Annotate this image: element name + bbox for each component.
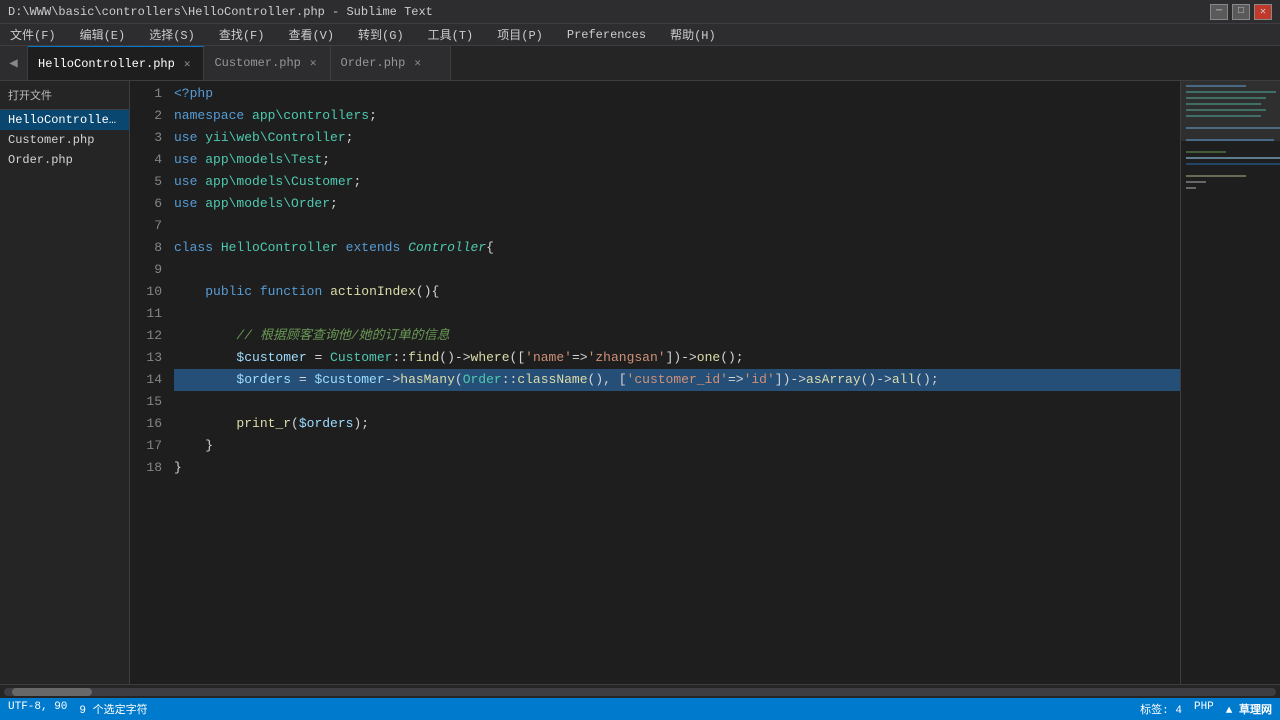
tab-order-label: Order.php	[341, 56, 406, 70]
status-line-col: 标签: 4	[1140, 701, 1182, 717]
code-line-8: class HelloController extends Controller…	[174, 237, 1180, 259]
tab-prev-button[interactable]: ◀	[0, 46, 28, 80]
minimap	[1180, 81, 1280, 684]
tab-customer[interactable]: Customer.php ✕	[204, 46, 330, 80]
line-num-17: 17	[130, 435, 162, 457]
status-syntax: PHP	[1194, 701, 1214, 717]
close-button[interactable]: ✕	[1254, 4, 1272, 20]
tab-hellocontroller[interactable]: HelloController.php ✕	[28, 46, 204, 80]
editor: 1 2 3 4 5 6 7 8 9 10 11 12 13 14 15 16 1…	[130, 81, 1280, 684]
menu-preferences[interactable]: Preferences	[561, 26, 652, 44]
line-num-6: 6	[130, 193, 162, 215]
line-num-15: 15	[130, 391, 162, 413]
line-num-18: 18	[130, 457, 162, 479]
scrollbar-thumb[interactable]	[12, 688, 92, 696]
line-numbers: 1 2 3 4 5 6 7 8 9 10 11 12 13 14 15 16 1…	[130, 81, 170, 684]
code-line-11	[174, 303, 1180, 325]
status-encoding: UTF-8, 90	[8, 701, 67, 717]
code-line-17: }	[174, 435, 1180, 457]
sidebar-header: 打开文件	[0, 81, 129, 110]
line-num-1: 1	[130, 83, 162, 105]
line-num-2: 2	[130, 105, 162, 127]
status-left: UTF-8, 90 9 个选定字符	[8, 701, 148, 717]
code-line-18: }	[174, 457, 1180, 479]
menu-file[interactable]: 文件(F)	[4, 24, 62, 45]
code-line-10: public function actionIndex(){	[174, 281, 1180, 303]
tab-order[interactable]: Order.php ✕	[331, 46, 451, 80]
code-line-5: use app\models\Customer;	[174, 171, 1180, 193]
line-num-10: 10	[130, 281, 162, 303]
status-right: 标签: 4 PHP ▲ 草理网	[1140, 701, 1272, 717]
line-num-13: 13	[130, 347, 162, 369]
status-bar: UTF-8, 90 9 个选定字符 标签: 4 PHP ▲ 草理网	[0, 698, 1280, 720]
line-num-8: 8	[130, 237, 162, 259]
code-line-16: print_r($orders);	[174, 413, 1180, 435]
tab-bar: ◀ HelloController.php ✕ Customer.php ✕ O…	[0, 46, 1280, 81]
code-line-4: use app\models\Test;	[174, 149, 1180, 171]
line-num-3: 3	[130, 127, 162, 149]
window-title: D:\WWW\basic\controllers\HelloController…	[8, 5, 433, 19]
code-area[interactable]: <?php namespace app\controllers; use yii…	[170, 81, 1180, 684]
code-line-2: namespace app\controllers;	[174, 105, 1180, 127]
logo-text: ▲ 草理网	[1226, 701, 1272, 717]
tab-order-close[interactable]: ✕	[411, 55, 424, 71]
line-num-16: 16	[130, 413, 162, 435]
line-num-5: 5	[130, 171, 162, 193]
code-line-7	[174, 215, 1180, 237]
main-area: 打开文件 HelloController.php Customer.php Or…	[0, 81, 1280, 684]
horizontal-scrollbar[interactable]	[0, 684, 1280, 698]
code-line-13: $customer = Customer::find()->where(['na…	[174, 347, 1180, 369]
minimap-svg	[1181, 81, 1280, 281]
code-line-3: use yii\web\Controller;	[174, 127, 1180, 149]
status-selection: 9 个选定字符	[79, 701, 147, 717]
menu-project[interactable]: 项目(P)	[491, 24, 549, 45]
tab-customer-close[interactable]: ✕	[307, 55, 320, 71]
menu-select[interactable]: 选择(S)	[143, 24, 201, 45]
menu-view[interactable]: 查看(V)	[282, 24, 340, 45]
minimize-button[interactable]: ─	[1210, 4, 1228, 20]
tab-customer-label: Customer.php	[214, 56, 300, 70]
menu-goto[interactable]: 转到(G)	[352, 24, 410, 45]
line-num-12: 12	[130, 325, 162, 347]
menu-bar: 文件(F) 编辑(E) 选择(S) 查找(F) 查看(V) 转到(G) 工具(T…	[0, 24, 1280, 46]
code-line-12: // 根据顾客查询他/她的订单的信息	[174, 325, 1180, 347]
scrollbar-track	[4, 688, 1276, 696]
code-line-1: <?php	[174, 83, 1180, 105]
menu-find[interactable]: 查找(F)	[213, 24, 271, 45]
menu-tools[interactable]: 工具(T)	[422, 24, 480, 45]
title-bar: D:\WWW\basic\controllers\HelloController…	[0, 0, 1280, 24]
sidebar-item-order[interactable]: Order.php	[0, 150, 129, 170]
line-num-4: 4	[130, 149, 162, 171]
sidebar-item-hellocontroller[interactable]: HelloController.php	[0, 110, 129, 130]
tab-hellocontroller-close[interactable]: ✕	[181, 56, 194, 72]
menu-help[interactable]: 帮助(H)	[664, 24, 722, 45]
line-num-11: 11	[130, 303, 162, 325]
line-num-9: 9	[130, 259, 162, 281]
line-num-14: 14	[130, 369, 162, 391]
code-line-15	[174, 391, 1180, 413]
code-line-6: use app\models\Order;	[174, 193, 1180, 215]
window-controls: ─ □ ✕	[1210, 4, 1272, 20]
code-line-9	[174, 259, 1180, 281]
maximize-button[interactable]: □	[1232, 4, 1250, 20]
sidebar-item-customer[interactable]: Customer.php	[0, 130, 129, 150]
code-line-14: $orders = $customer->hasMany(Order::clas…	[174, 369, 1180, 391]
sidebar: 打开文件 HelloController.php Customer.php Or…	[0, 81, 130, 684]
tab-hellocontroller-label: HelloController.php	[38, 57, 175, 71]
menu-edit[interactable]: 编辑(E)	[74, 24, 132, 45]
line-num-7: 7	[130, 215, 162, 237]
